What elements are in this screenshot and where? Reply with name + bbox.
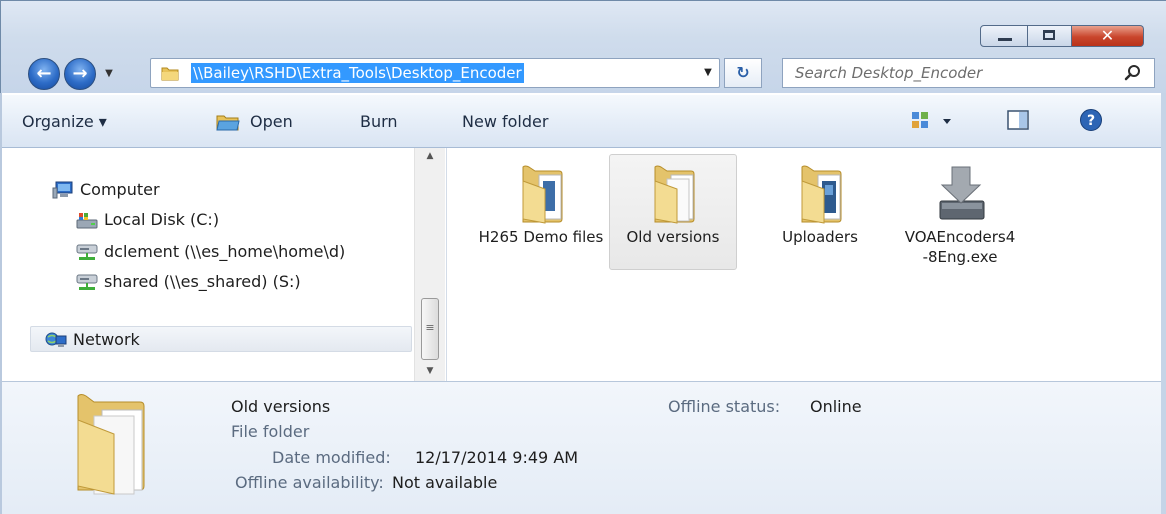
network-icon [45, 332, 67, 347]
details-status-label: Offline status: [668, 397, 781, 416]
scroll-down-button[interactable]: ▼ [415, 363, 445, 379]
preview-pane-icon[interactable] [1007, 110, 1029, 130]
forward-arrow-icon: → [72, 63, 88, 84]
nav-item-shared-drive[interactable]: shared (\\es_shared) (S:) [76, 272, 416, 294]
details-date-label: Date modified: [272, 448, 391, 467]
back-button[interactable]: ← [28, 58, 60, 90]
file-name: Uploaders [782, 228, 858, 246]
organize-menu-button[interactable]: Organize ▾ [22, 95, 107, 148]
nav-item-dclement-drive[interactable]: dclement (\\es_home\home\d) [76, 242, 416, 264]
folder-icon [161, 67, 179, 81]
svg-text:?: ? [1087, 113, 1095, 129]
file-name: Old versions [626, 228, 720, 246]
nav-item-label: dclement (\\es_home\home\d) [104, 242, 346, 261]
window-border-right [1161, 93, 1166, 514]
network-drive-icon [76, 244, 98, 260]
address-path[interactable]: \\Bailey\RSHD\Extra_Tools\Desktop_Encode… [191, 63, 524, 83]
forward-button[interactable]: → [64, 58, 96, 90]
details-pane: Old versions File folder Date modified: … [2, 381, 1161, 514]
nav-item-label: Local Disk (C:) [104, 210, 220, 229]
file-list: H265 Demo files Old versions Uploaders V… [447, 148, 1161, 381]
command-bar: Organize ▾ Open Burn New folder ? [2, 95, 1161, 148]
open-label: Open [250, 112, 293, 131]
recent-pages-button[interactable]: ▼ [100, 64, 118, 84]
address-history-button[interactable]: ▼ [698, 58, 718, 88]
search-icon[interactable] [1123, 63, 1143, 83]
details-availability-label: Offline availability: [235, 473, 384, 492]
open-button[interactable]: Open [216, 95, 326, 148]
nav-item-label: Computer [80, 180, 160, 199]
network-drive-icon [76, 274, 98, 290]
burn-button[interactable]: Burn [360, 95, 398, 148]
open-folder-icon [216, 115, 240, 131]
folder-icon [522, 165, 563, 224]
back-arrow-icon: ← [36, 63, 52, 84]
file-item-uploaders[interactable]: Uploaders [756, 154, 884, 270]
minimize-button[interactable] [980, 25, 1028, 47]
details-date-value: 12/17/2014 9:49 AM [415, 448, 579, 467]
file-item-voaencoders-exe[interactable]: VOAEncoders4-8Eng.exe [896, 154, 1024, 270]
refresh-button[interactable]: ↻ [724, 58, 762, 88]
folder-icon [654, 165, 695, 224]
details-item-name: Old versions [231, 397, 331, 416]
chevron-down-icon: ▼ [704, 67, 712, 78]
file-item-h265-demo-files[interactable]: H265 Demo files [477, 154, 605, 270]
search-box[interactable] [782, 58, 1155, 88]
view-options-icon[interactable] [910, 109, 956, 133]
details-status-value: Online [810, 397, 862, 416]
address-bar[interactable]: \\Bailey\RSHD\Extra_Tools\Desktop_Encode… [150, 58, 720, 88]
minimize-icon [998, 38, 1012, 41]
grip-icon: ≡ [425, 321, 435, 334]
file-item-old-versions[interactable]: Old versions [609, 154, 737, 270]
refresh-icon: ↻ [736, 63, 750, 82]
close-icon: ✕ [1100, 26, 1115, 45]
installer-icon [939, 166, 985, 220]
nav-item-label: Network [73, 330, 140, 349]
search-input[interactable] [795, 63, 1105, 83]
chevron-down-icon: ▼ [105, 68, 113, 79]
file-name: VOAEncoders4-8Eng.exe [904, 228, 1016, 266]
scroll-up-button[interactable]: ▲ [415, 148, 445, 164]
new-folder-button[interactable]: New folder [462, 95, 548, 148]
computer-icon [52, 181, 73, 199]
nav-item-computer[interactable]: Computer [52, 180, 432, 202]
folder-icon [77, 394, 145, 495]
maximize-button[interactable] [1028, 25, 1072, 47]
nav-item-local-disk[interactable]: Local Disk (C:) [76, 210, 416, 232]
details-item-type: File folder [231, 422, 310, 441]
nav-item-network[interactable]: Network [30, 326, 412, 352]
navigation-pane: Computer Local Disk (C:) dclement (\\es_… [2, 148, 447, 381]
maximize-icon [1043, 30, 1055, 40]
folder-icon [801, 165, 842, 224]
details-availability-value: Not available [392, 473, 498, 492]
close-button[interactable]: ✕ [1072, 25, 1144, 47]
nav-item-label: shared (\\es_shared) (S:) [104, 272, 301, 291]
local-disk-icon [76, 213, 98, 229]
help-icon[interactable]: ? [1079, 108, 1103, 132]
file-name: H265 Demo files [478, 228, 604, 246]
scroll-thumb[interactable]: ≡ [421, 298, 439, 360]
navigation-scrollbar[interactable]: ▲ ≡ ▼ [414, 148, 445, 381]
